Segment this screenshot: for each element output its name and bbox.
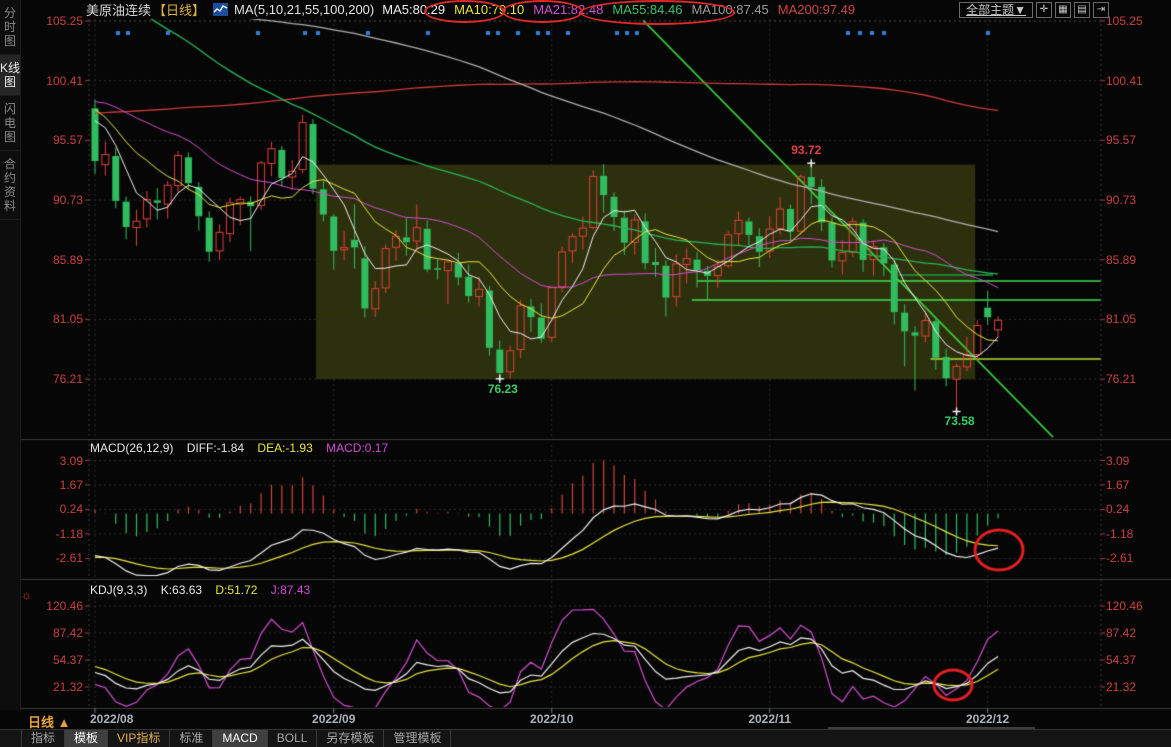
macd-header: MACD(26,12,9) DIFF:-1.84 DEA:-1.93 MACD:… bbox=[90, 441, 398, 455]
tab-vip-indicator[interactable]: VIP指标 bbox=[108, 730, 170, 747]
chart-type-sidebar: 分时图 K线图 闪电图 合约资料 bbox=[0, 0, 21, 710]
macd-dea-value: DEA:-1.93 bbox=[257, 441, 312, 455]
tab-save-template[interactable]: 另存模板 bbox=[317, 730, 384, 747]
legend-highlight-ellipse bbox=[580, 0, 735, 25]
tab-macd[interactable]: MACD bbox=[213, 730, 267, 747]
candlestick-chart-icon[interactable] bbox=[213, 3, 228, 16]
legend-highlight-ellipse bbox=[424, 0, 505, 23]
ma200-value-label: MA200:97.49 bbox=[778, 2, 855, 17]
kdj-d-value: D:51.72 bbox=[215, 583, 257, 597]
chart-application-window: 分时图 K线图 闪电图 合约资料 美原油连续 【日线】 MA(5,10,21,5… bbox=[0, 0, 1171, 747]
macd-diff-value: DIFF:-1.84 bbox=[187, 441, 244, 455]
sidebar-tab-kline[interactable]: K线图 bbox=[0, 55, 20, 96]
symbol-title: 美原油连续 bbox=[86, 0, 151, 19]
period-tag[interactable]: 【日线】 bbox=[153, 0, 205, 19]
indicator-settings-icon[interactable]: ☼ bbox=[21, 588, 32, 602]
kdj-k-value: K:63.63 bbox=[161, 583, 202, 597]
axis-chart-icon[interactable]: ▤ bbox=[1074, 2, 1090, 18]
sidebar-tab-timeline[interactable]: 分时图 bbox=[0, 0, 20, 55]
indicator-tab-bar: 指标 模板 VIP指标 标准 MACD BOLL 另存模板 管理模板 bbox=[0, 729, 1171, 747]
grid-chart-icon[interactable]: ▦ bbox=[1055, 2, 1071, 18]
tab-indicator[interactable]: 指标 bbox=[21, 730, 65, 747]
pop-out-icon[interactable]: ⇥ bbox=[1093, 2, 1109, 18]
kdj-j-value: J:87.43 bbox=[271, 583, 310, 597]
legend-highlight-ellipse bbox=[502, 0, 583, 23]
tab-boll[interactable]: BOLL bbox=[268, 730, 318, 747]
ma-params-label: MA(5,10,21,55,100,200) bbox=[234, 2, 374, 17]
kdj-params-label[interactable]: KDJ(9,3,3) bbox=[90, 583, 147, 597]
tab-template[interactable]: 模板 bbox=[65, 730, 108, 747]
tab-standard[interactable]: 标准 bbox=[170, 730, 213, 747]
sidebar-tab-flash[interactable]: 闪电图 bbox=[0, 96, 20, 151]
pan-icon[interactable]: ✛ bbox=[1036, 2, 1052, 18]
tab-manage-template[interactable]: 管理模板 bbox=[384, 730, 451, 747]
all-themes-button[interactable]: 全部主题▼ bbox=[959, 2, 1033, 18]
kdj-header: KDJ(9,3,3) K:63.63 D:51.72 J:87.43 bbox=[90, 583, 320, 597]
sidebar-tab-contract-info[interactable]: 合约资料 bbox=[0, 151, 20, 220]
macd-params-label[interactable]: MACD(26,12,9) bbox=[90, 441, 173, 455]
chart-canvas[interactable] bbox=[0, 0, 1171, 747]
macd-bar-value: MACD:0.17 bbox=[326, 441, 388, 455]
